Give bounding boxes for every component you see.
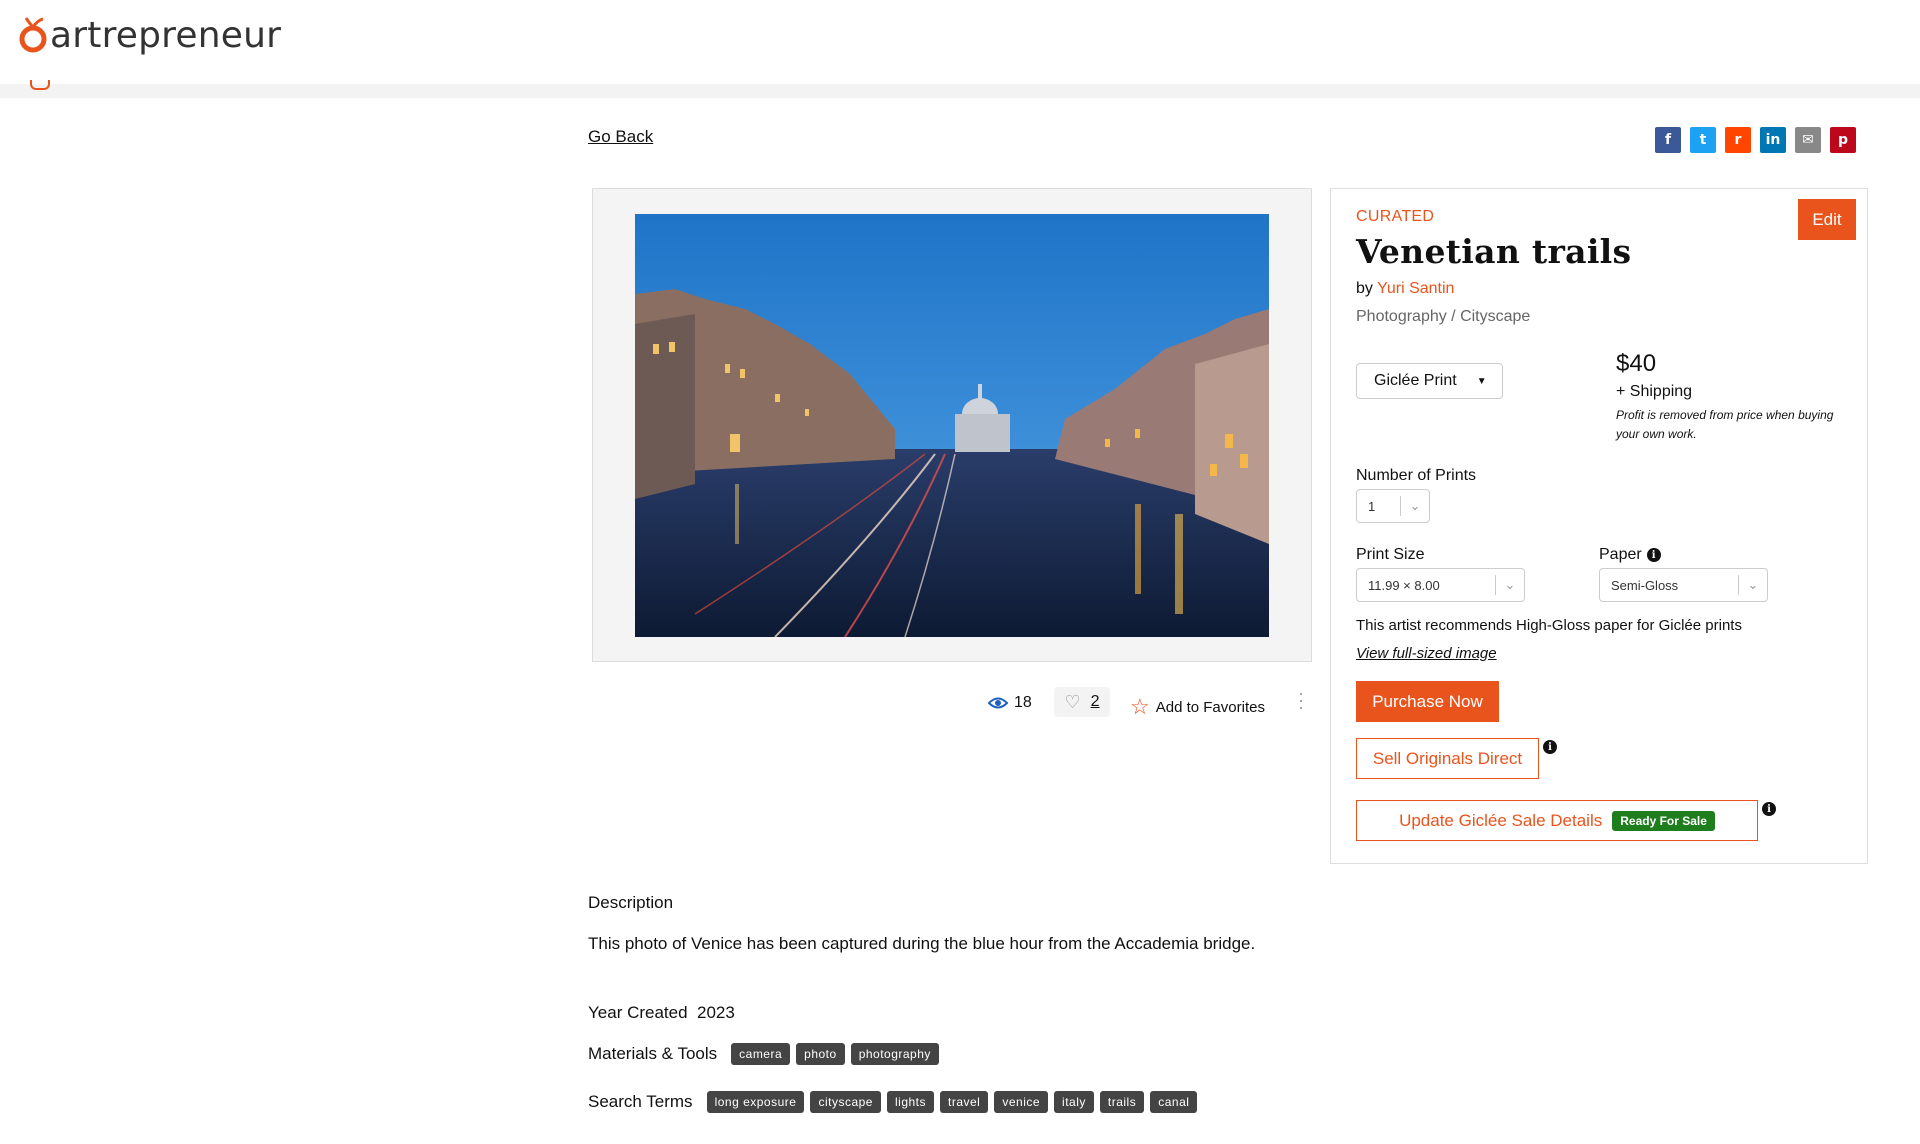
- info-icon[interactable]: i: [1762, 802, 1776, 816]
- artwork-image[interactable]: [635, 214, 1269, 637]
- go-back-link[interactable]: Go Back: [588, 127, 653, 147]
- print-size-value: 11.99 × 8.00: [1368, 577, 1440, 593]
- orange-logo-icon: [19, 17, 47, 53]
- paper-value: Semi-Gloss: [1611, 577, 1679, 593]
- artist-link[interactable]: Yuri Santin: [1377, 280, 1454, 297]
- update-giclee-button[interactable]: Update Giclée Sale Details Ready For Sal…: [1356, 800, 1758, 841]
- brand-logo[interactable]: artrepreneur: [18, 14, 281, 56]
- artist-byline: by Yuri Santin: [1356, 280, 1454, 298]
- material-tag[interactable]: photo: [796, 1043, 845, 1065]
- ready-for-sale-badge: Ready For Sale: [1612, 810, 1715, 831]
- search-terms-label: Search Terms: [588, 1092, 693, 1111]
- year-created-row: Year Created 2023: [588, 1003, 735, 1023]
- print-type-dropdown[interactable]: Giclée Print ▼: [1356, 363, 1503, 399]
- materials-label: Materials & Tools: [588, 1044, 718, 1063]
- search-term-tag[interactable]: lights: [886, 1091, 934, 1113]
- reddit-share-button[interactable]: r: [1725, 127, 1751, 153]
- search-term-tag[interactable]: trails: [1099, 1091, 1145, 1113]
- search-term-tag[interactable]: italy: [1054, 1091, 1094, 1113]
- eye-icon: [988, 697, 1008, 709]
- update-giclee-label: Update Giclée Sale Details: [1399, 810, 1603, 830]
- search-term-tag[interactable]: cityscape: [810, 1091, 881, 1113]
- chevron-down-icon: ⌄: [1409, 498, 1421, 513]
- info-icon[interactable]: i: [1543, 740, 1557, 754]
- material-tag[interactable]: camera: [731, 1043, 791, 1065]
- add-to-favorites-button[interactable]: ☆ Add to Favorites: [1130, 694, 1265, 720]
- shipping-note: + Shipping: [1616, 383, 1693, 400]
- twitter-share-button[interactable]: t: [1690, 127, 1716, 153]
- material-tag[interactable]: photography: [850, 1043, 939, 1065]
- brand-name: artrepreneur: [50, 14, 282, 56]
- number-of-prints-label: Number of Prints: [1356, 467, 1477, 484]
- email-share-button[interactable]: ✉: [1795, 127, 1821, 153]
- purchase-now-button[interactable]: Purchase Now: [1356, 681, 1499, 722]
- print-type-value: Giclée Print: [1374, 372, 1457, 389]
- linkedin-share-button[interactable]: in: [1760, 127, 1786, 153]
- chevron-down-icon: ⌄: [1504, 577, 1516, 592]
- view-full-size-link[interactable]: View full-sized image: [1356, 645, 1497, 662]
- sell-originals-button[interactable]: Sell Originals Direct: [1356, 738, 1539, 779]
- paper-label: Paper: [1599, 546, 1642, 563]
- paper-select[interactable]: Semi-Gloss ⌄: [1599, 568, 1768, 602]
- year-created-label: Year Created: [588, 1003, 688, 1022]
- chevron-down-icon: ⌄: [1747, 577, 1759, 592]
- profit-note: Profit is removed from price when buying…: [1616, 408, 1834, 441]
- pinterest-share-button[interactable]: p: [1830, 127, 1856, 153]
- curated-badge: CURATED: [1356, 208, 1435, 225]
- like-count: 2: [1090, 693, 1100, 710]
- view-count-value: 18: [1014, 694, 1032, 711]
- search-term-tag[interactable]: long exposure: [706, 1091, 805, 1113]
- description-text: This photo of Venice has been captured d…: [588, 934, 1256, 953]
- artwork-category: Photography / Cityscape: [1356, 308, 1531, 325]
- add-to-favorites-label: Add to Favorites: [1155, 698, 1265, 716]
- print-size-select[interactable]: 11.99 × 8.00 ⌄: [1356, 568, 1525, 602]
- sub-nav-bar: [0, 84, 1920, 98]
- paper-recommendation: This artist recommends High-Gloss paper …: [1356, 617, 1742, 634]
- paper-label-row: Paper i: [1599, 546, 1661, 564]
- search-term-tag[interactable]: venice: [994, 1091, 1049, 1113]
- info-icon[interactable]: i: [1646, 548, 1661, 562]
- artwork-title: Venetian trails: [1356, 232, 1632, 271]
- star-icon: ☆: [1130, 694, 1150, 719]
- number-of-prints-select[interactable]: 1 ⌄: [1356, 489, 1430, 523]
- search-terms-row: Search Terms long exposure cityscape light…: [588, 1091, 1198, 1113]
- edit-button[interactable]: Edit: [1798, 199, 1856, 240]
- view-count: 18: [988, 694, 1032, 712]
- by-prefix: by: [1356, 280, 1373, 297]
- site-header: [0, 0, 1920, 84]
- like-button[interactable]: ♡ 2: [1054, 687, 1110, 717]
- price: $40: [1616, 350, 1657, 377]
- search-term-tag[interactable]: travel: [940, 1091, 989, 1113]
- search-term-tag[interactable]: canal: [1150, 1091, 1198, 1113]
- more-options-icon[interactable]: · · ·: [1298, 684, 1304, 716]
- menu-indicator-icon[interactable]: [30, 80, 50, 90]
- year-created-value: 2023: [697, 1003, 735, 1022]
- materials-row: Materials & Tools camera photo photography: [588, 1043, 939, 1065]
- heart-icon: ♡: [1064, 691, 1081, 712]
- description-label: Description: [588, 893, 674, 912]
- print-size-label: Print Size: [1356, 546, 1425, 563]
- caret-down-icon: ▼: [1476, 375, 1487, 387]
- facebook-share-button[interactable]: f: [1655, 127, 1681, 153]
- number-of-prints-value: 1: [1368, 498, 1376, 514]
